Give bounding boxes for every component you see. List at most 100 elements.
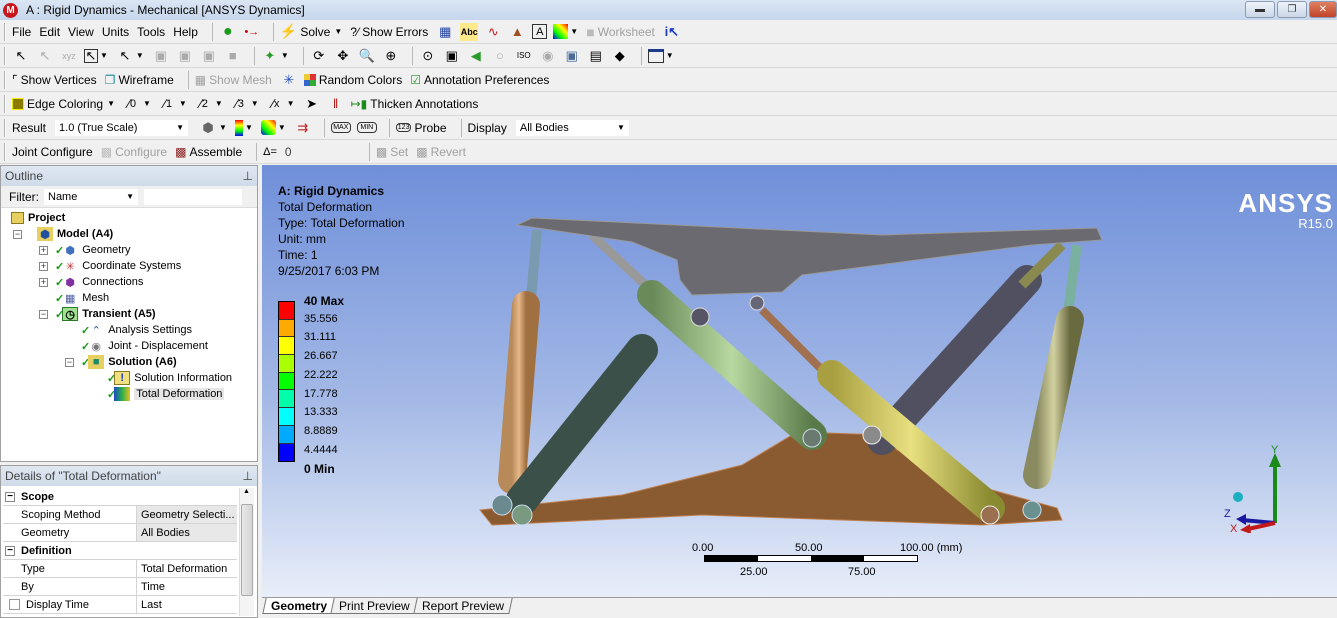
text-annotation-icon[interactable]: A (532, 24, 548, 39)
result-contour-icon[interactable] (553, 24, 569, 39)
edge-coloring-dropdown-icon[interactable]: ▼ (107, 99, 115, 108)
expand-connections-icon[interactable]: + (39, 278, 48, 287)
edge-x-dropdown-icon[interactable]: ▼ (287, 99, 295, 108)
max-icon[interactable]: MAX (330, 122, 351, 133)
minimize-button[interactable]: ▬ (1245, 1, 1275, 18)
display-time-checkbox[interactable] (9, 599, 20, 610)
collapse-solution-icon[interactable]: − (65, 358, 74, 367)
thicken-annotations-button[interactable]: ↦▮ Thicken Annotations (351, 97, 479, 111)
add-part-dropdown-icon[interactable]: ▼ (281, 51, 289, 60)
ruler-icon[interactable]: ▤ (587, 47, 605, 65)
tree-item-transient[interactable]: ✓ ◷ Transient (A5) (55, 306, 156, 322)
details-scrollbar[interactable]: ▲ (239, 488, 254, 616)
edge-2-icon[interactable]: ∕ 2 (195, 95, 213, 113)
viewport-layout-icon[interactable] (647, 48, 664, 63)
rotate-icon[interactable]: ⟳ (310, 47, 328, 65)
tab-report-preview[interactable]: Report Preview (413, 598, 513, 614)
detail-row[interactable]: Scoping Method Geometry Selecti... (3, 506, 237, 524)
box-select-icon[interactable]: ↖ (84, 48, 98, 63)
assemble-button[interactable]: ▩ Assemble (175, 145, 242, 159)
show-hidden-icon[interactable]: ▣ (563, 47, 581, 65)
select-xyz-icon[interactable]: xyz (60, 47, 78, 65)
pan-icon[interactable]: ✥ (334, 47, 352, 65)
tree-item-connections[interactable]: ✓ ⬢ Connections (55, 274, 143, 290)
delta-value[interactable]: 0 (285, 145, 355, 159)
filter-select[interactable]: Name ▼ (43, 187, 139, 206)
set-button[interactable]: ▩ Set (376, 145, 408, 159)
collapse-definition-icon[interactable]: − (5, 545, 15, 556)
zoom-to-fit-icon[interactable]: ⊙ (419, 47, 437, 65)
edge-x-icon[interactable]: ∕ x (267, 95, 285, 113)
edge-3-icon[interactable]: ∕ 3 (231, 95, 249, 113)
vectors-icon[interactable]: ⇉ (294, 119, 312, 137)
tree-item-mesh[interactable]: ✓ ▦ Mesh (55, 290, 109, 306)
tag-icon[interactable]: ◆ (611, 47, 629, 65)
edges-display-icon[interactable] (260, 120, 276, 135)
chart-icon[interactable]: ∿ (484, 23, 502, 41)
probe-button[interactable]: 123 Probe (395, 121, 447, 135)
tree-item-total-deformation[interactable]: ✓ Total Deformation (107, 386, 225, 402)
coordinate-triad[interactable]: Y Z X (1220, 443, 1300, 533)
graphics-viewport[interactable]: A: Rigid Dynamics Total Deformation Type… (262, 165, 1337, 597)
pin-icon[interactable]: ➤ (303, 95, 321, 113)
solve-button[interactable]: ⚡ Solve (280, 23, 330, 40)
expand-geometry-icon[interactable]: + (39, 246, 48, 255)
pin-panel-icon[interactable]: ⊥ (243, 469, 253, 483)
edge-3-dropdown-icon[interactable]: ▼ (251, 99, 259, 108)
edge-0-dropdown-icon[interactable]: ▼ (143, 99, 151, 108)
filter-search-input[interactable] (143, 187, 243, 206)
menu-view[interactable]: View (68, 25, 94, 39)
display-time-value[interactable]: Last (137, 596, 237, 613)
revert-button[interactable]: ▩ Revert (416, 145, 466, 159)
display-select[interactable]: All Bodies ▼ (514, 118, 630, 137)
tree-item-coordinate-systems[interactable]: ✓ ✳ Coordinate Systems (55, 258, 181, 274)
collapse-model-icon[interactable]: − (13, 230, 22, 239)
info-cursor-icon[interactable]: i↖ (663, 23, 681, 41)
expand-coordinate-systems-icon[interactable]: + (39, 262, 48, 271)
menu-help[interactable]: Help (173, 25, 198, 39)
detail-row[interactable]: Type Total Deformation (3, 560, 237, 578)
geometry-display-dropdown-icon[interactable]: ▼ (219, 123, 227, 132)
group-scope[interactable]: − Scope (3, 488, 237, 506)
scroll-up-icon[interactable]: ▲ (243, 488, 250, 495)
geometry-display-icon[interactable]: ⬢ (199, 119, 217, 137)
previous-view-icon[interactable]: ◀ (467, 47, 485, 65)
select-body-icon[interactable]: ■ (224, 47, 242, 65)
next-view-icon[interactable]: ○ (491, 47, 509, 65)
configure-button[interactable]: ▩ Configure (101, 145, 167, 159)
look-at-icon[interactable]: ◉ (539, 47, 557, 65)
cursor-dropdown-icon[interactable]: ▼ (136, 51, 144, 60)
annotation-preferences-button[interactable]: ☑ Annotation Preferences (410, 73, 549, 87)
thin-annotations-icon[interactable]: ‖ (327, 95, 345, 113)
by-value[interactable]: Time (137, 578, 237, 595)
tree-item-solution[interactable]: ✓ ■ Solution (A6) (81, 354, 177, 370)
viewport-layout-dropdown-icon[interactable]: ▼ (666, 51, 674, 60)
tree-item-model[interactable]: ⬢ Model (A4) (37, 226, 113, 242)
select-edge-icon[interactable]: ▣ (176, 47, 194, 65)
select-vertex-icon[interactable]: ▣ (152, 47, 170, 65)
select-point-icon[interactable]: ↖ (36, 47, 54, 65)
menu-edit[interactable]: Edit (39, 25, 60, 39)
edge-1-dropdown-icon[interactable]: ▼ (179, 99, 187, 108)
contour-bands-dropdown-icon[interactable]: ▼ (245, 123, 253, 132)
select-cursor-icon[interactable]: ↖ (116, 47, 134, 65)
random-colors-button[interactable]: Random Colors (303, 73, 402, 87)
edges-display-dropdown-icon[interactable]: ▼ (278, 123, 286, 132)
min-icon[interactable]: MIN (356, 122, 377, 133)
tree-item-geometry[interactable]: ✓ ⬢ Geometry (55, 242, 131, 258)
zoom-box-icon[interactable]: ▣ (443, 47, 461, 65)
worksheet-button[interactable]: ■ Worksheet (586, 24, 655, 40)
detail-row[interactable]: Display Time Last (3, 596, 237, 614)
type-value[interactable]: Total Deformation (137, 560, 237, 577)
triad-icon[interactable]: ✳ (280, 71, 298, 89)
tree-item-solution-information[interactable]: ✓! Solution Information (107, 370, 232, 386)
tree-item-analysis-settings[interactable]: ✓ ⌃ Analysis Settings (81, 322, 192, 338)
close-button[interactable]: ✕ (1309, 1, 1337, 18)
tree-item-joint-displacement[interactable]: ✓ ◉ Joint - Displacement (81, 338, 208, 354)
edge-0-icon[interactable]: ∕ 0 (123, 95, 141, 113)
edge-coloring-button[interactable]: Edge Coloring (12, 97, 103, 111)
select-mode-icon[interactable]: ↖ (12, 47, 30, 65)
solve-dropdown-icon[interactable]: ▼ (334, 27, 342, 36)
collapse-scope-icon[interactable]: − (5, 491, 15, 502)
show-mesh-button[interactable]: ▦ Show Mesh (195, 73, 272, 87)
